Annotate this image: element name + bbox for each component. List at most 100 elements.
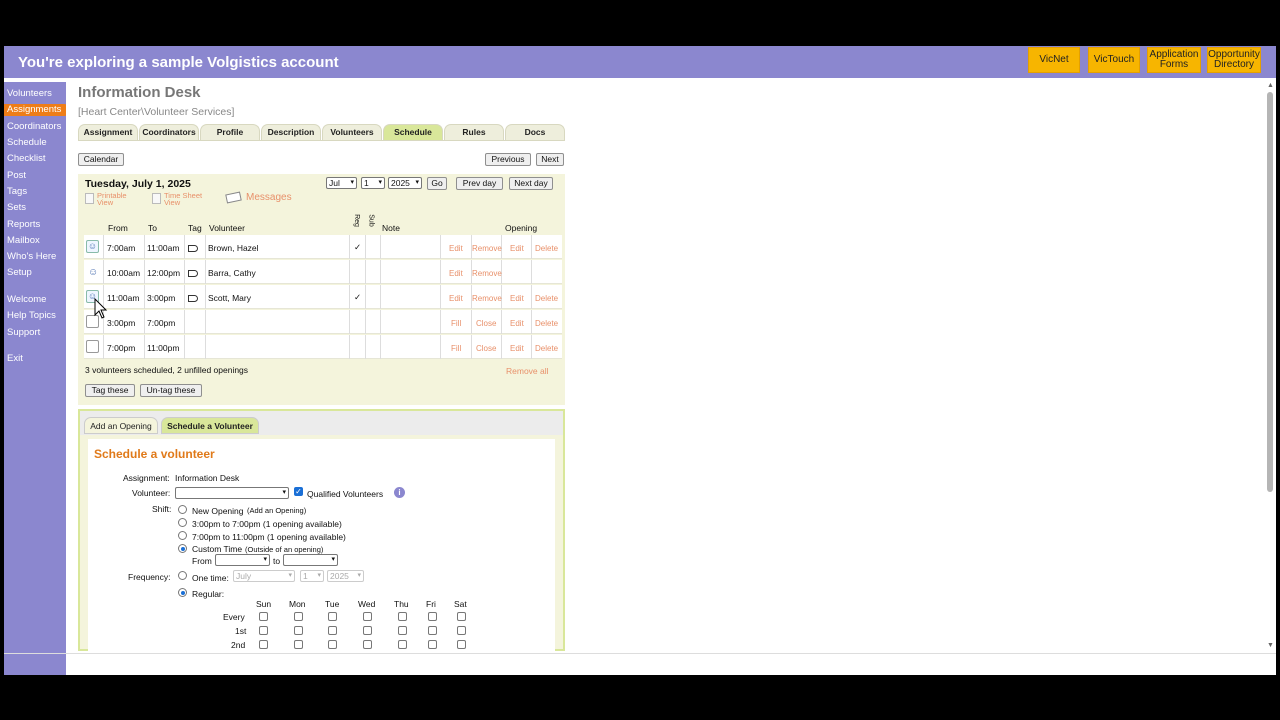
vicnet-button[interactable]: VicNet: [1028, 47, 1080, 73]
tag-icon[interactable]: [188, 295, 198, 302]
shift-custom-radio[interactable]: [178, 544, 187, 553]
nav-welcome[interactable]: Welcome: [7, 294, 46, 305]
day-checkbox[interactable]: [294, 640, 303, 649]
tag-icon[interactable]: [188, 245, 198, 252]
day-checkbox[interactable]: [328, 626, 337, 635]
tab-assignment[interactable]: Assignment: [78, 124, 138, 140]
day-checkbox[interactable]: [428, 626, 437, 635]
from-time-select[interactable]: [215, 554, 270, 566]
day-select[interactable]: 1: [361, 177, 385, 189]
day-checkbox[interactable]: [428, 640, 437, 649]
volunteer-select[interactable]: [175, 487, 289, 499]
day-checkbox[interactable]: [363, 626, 372, 635]
shift-7pm-radio[interactable]: [178, 531, 187, 540]
row-remove-link[interactable]: Remove: [472, 269, 502, 278]
application-forms-button[interactable]: Application Forms: [1147, 47, 1201, 73]
nav-checklist[interactable]: Checklist: [7, 153, 46, 164]
one-time-radio[interactable]: [178, 571, 187, 580]
untag-these-button[interactable]: Un-tag these: [140, 384, 202, 397]
qualified-volunteers-checkbox[interactable]: ✓: [294, 487, 303, 496]
tab-rules[interactable]: Rules: [444, 124, 504, 140]
row-edit-link[interactable]: Edit: [449, 244, 463, 253]
tab-coordinators[interactable]: Coordinators: [139, 124, 199, 140]
row-opening-edit-link[interactable]: Edit: [510, 294, 524, 303]
tab-add-opening[interactable]: Add an Opening: [84, 417, 158, 434]
tab-schedule[interactable]: Schedule: [383, 124, 443, 140]
day-checkbox[interactable]: [457, 626, 466, 635]
nav-help-topics[interactable]: Help Topics: [7, 310, 56, 321]
nav-sets[interactable]: Sets: [7, 202, 26, 213]
go-button[interactable]: Go: [427, 177, 447, 190]
nav-exit[interactable]: Exit: [7, 353, 23, 364]
row-opening-edit-link[interactable]: Edit: [510, 344, 524, 353]
row-edit-link[interactable]: Edit: [449, 294, 463, 303]
day-checkbox[interactable]: [259, 626, 268, 635]
tab-schedule-volunteer[interactable]: Schedule a Volunteer: [161, 417, 259, 434]
tab-docs[interactable]: Docs: [505, 124, 565, 140]
day-checkbox[interactable]: [457, 640, 466, 649]
row-fill-link[interactable]: Fill: [451, 344, 461, 353]
shift-new-opening-radio[interactable]: [178, 505, 187, 514]
opportunity-directory-button[interactable]: Opportunity Directory: [1207, 47, 1261, 73]
row-remove-link[interactable]: Remove: [472, 294, 502, 303]
row-delete-link[interactable]: Delete: [535, 344, 558, 353]
next-button[interactable]: Next: [536, 153, 564, 166]
nav-support[interactable]: Support: [7, 327, 40, 338]
tab-volunteers[interactable]: Volunteers: [322, 124, 382, 140]
row-volunteer[interactable]: Barra, Cathy: [208, 268, 256, 278]
day-checkbox[interactable]: [328, 612, 337, 621]
nav-post[interactable]: Post: [7, 170, 26, 181]
previous-button[interactable]: Previous: [485, 153, 531, 166]
row-select-checkbox[interactable]: [86, 340, 99, 353]
day-checkbox[interactable]: [398, 612, 407, 621]
time-sheet-view-link[interactable]: Time Sheet View: [164, 192, 208, 207]
volunteer-icon[interactable]: ☺: [88, 267, 98, 278]
one-time-month-select[interactable]: July: [233, 570, 295, 582]
day-checkbox[interactable]: [398, 640, 407, 649]
day-checkbox[interactable]: [259, 640, 268, 649]
messages-link[interactable]: Messages: [246, 192, 292, 203]
row-opening-edit-link[interactable]: Edit: [510, 244, 524, 253]
nav-schedule[interactable]: Schedule: [7, 137, 47, 148]
row-fill-link[interactable]: Fill: [451, 319, 461, 328]
row-volunteer[interactable]: Scott, Mary: [208, 293, 251, 303]
day-checkbox[interactable]: [328, 640, 337, 649]
calendar-button[interactable]: Calendar: [78, 153, 124, 166]
page-scrollbar[interactable]: ▲ ▼: [1266, 82, 1274, 653]
scroll-down-icon[interactable]: ▼: [1267, 642, 1274, 649]
day-checkbox[interactable]: [428, 612, 437, 621]
day-checkbox[interactable]: [294, 626, 303, 635]
day-checkbox[interactable]: [398, 626, 407, 635]
day-checkbox[interactable]: [363, 612, 372, 621]
row-opening-edit-link[interactable]: Edit: [510, 319, 524, 328]
nav-whos-here[interactable]: Who's Here: [7, 251, 56, 262]
nav-reports[interactable]: Reports: [7, 219, 40, 230]
info-icon[interactable]: i: [394, 487, 405, 498]
shift-3pm-radio[interactable]: [178, 518, 187, 527]
tag-icon[interactable]: [188, 270, 198, 277]
one-time-year-select[interactable]: 2025: [327, 570, 364, 582]
row-delete-link[interactable]: Delete: [535, 244, 558, 253]
row-close-link[interactable]: Close: [476, 344, 496, 353]
row-volunteer[interactable]: Brown, Hazel: [208, 243, 259, 253]
row-close-link[interactable]: Close: [476, 319, 496, 328]
to-time-select[interactable]: [283, 554, 338, 566]
nav-mailbox[interactable]: Mailbox: [7, 235, 40, 246]
month-select[interactable]: Jul: [326, 177, 357, 189]
prev-day-button[interactable]: Prev day: [456, 177, 503, 190]
remove-all-link[interactable]: Remove all: [506, 366, 549, 376]
nav-setup[interactable]: Setup: [7, 267, 32, 278]
victouch-button[interactable]: VicTouch: [1088, 47, 1140, 73]
tab-description[interactable]: Description: [261, 124, 321, 140]
row-edit-link[interactable]: Edit: [449, 269, 463, 278]
day-checkbox[interactable]: [363, 640, 372, 649]
next-day-button[interactable]: Next day: [509, 177, 553, 190]
scroll-up-icon[interactable]: ▲: [1267, 82, 1274, 89]
nav-coordinators[interactable]: Coordinators: [7, 121, 61, 132]
volunteer-icon[interactable]: ☺: [86, 240, 99, 253]
row-delete-link[interactable]: Delete: [535, 319, 558, 328]
nav-volunteers[interactable]: Volunteers: [7, 88, 52, 99]
regular-radio[interactable]: [178, 588, 187, 597]
one-time-day-select[interactable]: 1: [300, 570, 324, 582]
day-checkbox[interactable]: [259, 612, 268, 621]
